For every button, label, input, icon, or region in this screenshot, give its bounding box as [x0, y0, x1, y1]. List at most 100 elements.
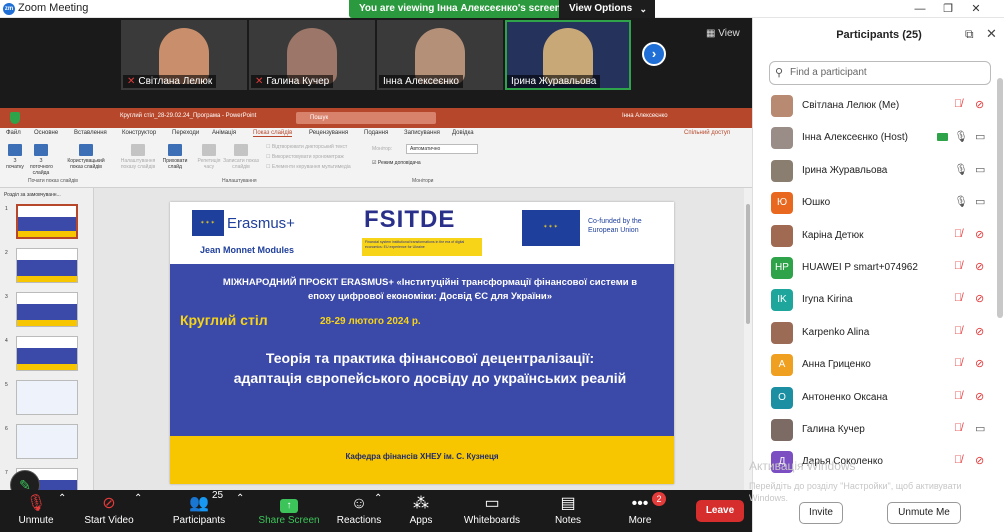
ppt-tab[interactable]: Переходи: [172, 130, 199, 136]
ppt-tab[interactable]: Файл: [6, 130, 21, 136]
participant-row[interactable]: О Антоненко Оксана 🎙̸ ⊘: [753, 382, 997, 414]
muted-mic-icon[interactable]: 🎙̸: [954, 422, 962, 434]
camera-icon[interactable]: ▭: [975, 422, 985, 435]
video-options-chevron-icon[interactable]: ⌃: [134, 493, 142, 504]
muted-mic-icon[interactable]: 🎙̸: [954, 454, 962, 466]
muted-mic-icon[interactable]: 🎙̸: [954, 292, 962, 304]
narration-checkbox[interactable]: ☐ Відтворювати дикторський текст: [266, 144, 347, 150]
video-off-icon[interactable]: ⊘: [975, 390, 984, 403]
video-off-icon[interactable]: ⊘: [975, 292, 984, 305]
hide-slide-button[interactable]: Приховати слайд: [162, 144, 188, 170]
meeting-stage: ✕ Світлана Лелюк ✕ Галина Кучер Інна Алекс…: [0, 18, 752, 500]
next-page-icon[interactable]: ›: [642, 42, 666, 66]
ppt-tab-active[interactable]: Показ слайдів: [253, 130, 293, 137]
camera-icon[interactable]: ▭: [975, 195, 985, 208]
record-show-button[interactable]: Записати показ слайдів: [222, 144, 260, 170]
share-screen-icon: ↑: [258, 493, 320, 515]
view-options-button[interactable]: View Options ⌄: [559, 0, 655, 18]
share-screen-button[interactable]: ↑ Share Screen: [258, 493, 320, 526]
minimize-icon[interactable]: —: [906, 1, 934, 17]
muted-mic-icon[interactable]: 🎙̸: [954, 228, 962, 240]
leave-button[interactable]: Leave: [696, 500, 744, 522]
mic-icon[interactable]: 🎙: [954, 163, 968, 176]
whiteboards-button[interactable]: ▭ Whiteboards: [460, 493, 524, 526]
notes-button[interactable]: ▤ Notes: [550, 493, 586, 526]
custom-show-button[interactable]: Користувацький показ слайдів: [66, 144, 106, 170]
video-off-icon[interactable]: ⊘: [975, 357, 984, 370]
ppt-tab[interactable]: Записування: [404, 130, 440, 136]
participant-row[interactable]: Ірина Журавльова 🎙 ▭: [753, 155, 997, 187]
start-video-button[interactable]: ⊘ Start Video: [80, 493, 138, 526]
muted-mic-icon[interactable]: 🎙̸: [954, 390, 962, 402]
video-off-icon[interactable]: ⊘: [975, 260, 984, 273]
video-off-icon[interactable]: ⊘: [975, 325, 984, 338]
monitor-select[interactable]: Автоматично: [406, 144, 478, 154]
ppt-search-box[interactable]: Пошук: [296, 112, 436, 124]
ppt-scrollbar[interactable]: [744, 188, 752, 490]
participant-row[interactable]: Каріна Детюк 🎙̸ ⊘: [753, 220, 997, 252]
from-beginning-button[interactable]: З початку: [4, 144, 26, 170]
ppt-tab[interactable]: Вставлення: [74, 130, 107, 136]
video-off-icon[interactable]: ⊘: [975, 228, 984, 241]
ppt-tab[interactable]: Основне: [34, 130, 58, 136]
muted-mic-icon[interactable]: 🎙̸: [954, 325, 962, 337]
unmute-me-button[interactable]: Unmute Me: [887, 502, 961, 524]
participant-row[interactable]: Karpenko Alina 🎙̸ ⊘: [753, 317, 997, 349]
slide-thumbnail[interactable]: [16, 424, 78, 459]
slide-thumbnail[interactable]: [16, 292, 78, 327]
video-tile[interactable]: ✕ Галина Кучер: [249, 20, 375, 90]
muted-mic-icon[interactable]: 🎙̸: [954, 260, 962, 272]
mic-icon[interactable]: 🎙: [954, 195, 968, 208]
rehearse-timings-button[interactable]: Репетиція часу: [196, 144, 222, 170]
participant-row[interactable]: Світлана Лелюк (Me) 🎙̸ ⊘: [753, 90, 997, 122]
invite-button[interactable]: Invite: [799, 502, 843, 524]
participant-row[interactable]: Інна Алексеєнко (Host) 🎙 ▭: [753, 122, 997, 154]
mic-icon[interactable]: 🎙: [954, 130, 968, 143]
close-icon[interactable]: ✕: [986, 26, 997, 42]
from-current-button[interactable]: З поточного слайда: [30, 144, 53, 176]
more-notification-badge: 2: [652, 492, 666, 506]
video-off-icon[interactable]: ⊘: [975, 454, 984, 467]
video-tile[interactable]: ✕ Світлана Лелюк: [121, 20, 247, 90]
setup-show-button[interactable]: Налаштування показу слайдів: [118, 144, 158, 170]
muted-mic-icon[interactable]: 🎙̸: [954, 357, 962, 369]
participant-row[interactable]: А Анна Гриценко 🎙̸ ⊘: [753, 349, 997, 381]
ppt-tab[interactable]: Довідка: [452, 130, 474, 136]
slide-thumbnail-selected[interactable]: [16, 204, 78, 239]
slide-thumbnail[interactable]: [16, 248, 78, 283]
slide-thumbnail[interactable]: [16, 336, 78, 371]
participant-row[interactable]: HP HUAWEI P smart+074962 🎙̸ ⊘: [753, 252, 997, 284]
video-tile-active-speaker[interactable]: Ірина Журавльова: [505, 20, 631, 90]
maximize-icon[interactable]: ❐: [934, 1, 962, 17]
video-off-icon[interactable]: ⊘: [975, 98, 984, 111]
camera-icon[interactable]: ▭: [975, 130, 985, 143]
reactions-chevron-icon[interactable]: ⌃: [374, 493, 382, 504]
participants-scrollbar[interactable]: [997, 78, 1003, 318]
audio-options-chevron-icon[interactable]: ⌃: [58, 493, 66, 504]
close-icon[interactable]: ✕: [962, 1, 990, 17]
participant-row[interactable]: IK Iryna Kirina 🎙̸ ⊘: [753, 284, 997, 316]
ppt-share-button[interactable]: Спільний доступ: [684, 130, 730, 136]
unmute-button[interactable]: 🎙 Unmute: [12, 493, 60, 526]
participants-chevron-icon[interactable]: ⌃: [236, 493, 244, 504]
media-controls-checkbox[interactable]: ☐ Елементи керування мультимедіа: [266, 164, 351, 170]
muted-mic-icon: ✕: [127, 76, 136, 87]
video-tile[interactable]: Інна Алексеєнко: [377, 20, 503, 90]
find-participant-input[interactable]: ⚲ Find a participant: [769, 61, 991, 85]
ppt-tab[interactable]: Конструктор: [122, 130, 156, 136]
participant-row[interactable]: Галина Кучер 🎙̸ ▭: [753, 414, 997, 446]
timings-checkbox[interactable]: ☐ Використовувати хронометраж: [266, 154, 344, 160]
view-button[interactable]: ▦ View: [706, 28, 740, 39]
apps-button[interactable]: ⁂ Apps: [404, 493, 438, 526]
pop-out-icon[interactable]: ⧉: [965, 27, 974, 42]
camera-icon[interactable]: ▭: [975, 163, 985, 176]
ppt-tab[interactable]: Подання: [364, 130, 388, 136]
current-slide[interactable]: Erasmus+ Jean Monnet Modules FSITDE Fina…: [170, 202, 674, 484]
ppt-tab[interactable]: Рецензування: [309, 130, 348, 136]
scroll-thumb[interactable]: [746, 204, 750, 324]
participant-row[interactable]: Ю Юшко 🎙 ▭: [753, 187, 997, 219]
ppt-tab[interactable]: Анімація: [212, 130, 236, 136]
slide-thumbnail[interactable]: [16, 380, 78, 415]
presenter-view-checkbox[interactable]: ☑ Режим доповідача: [372, 160, 421, 166]
muted-mic-icon[interactable]: 🎙̸: [954, 98, 962, 110]
